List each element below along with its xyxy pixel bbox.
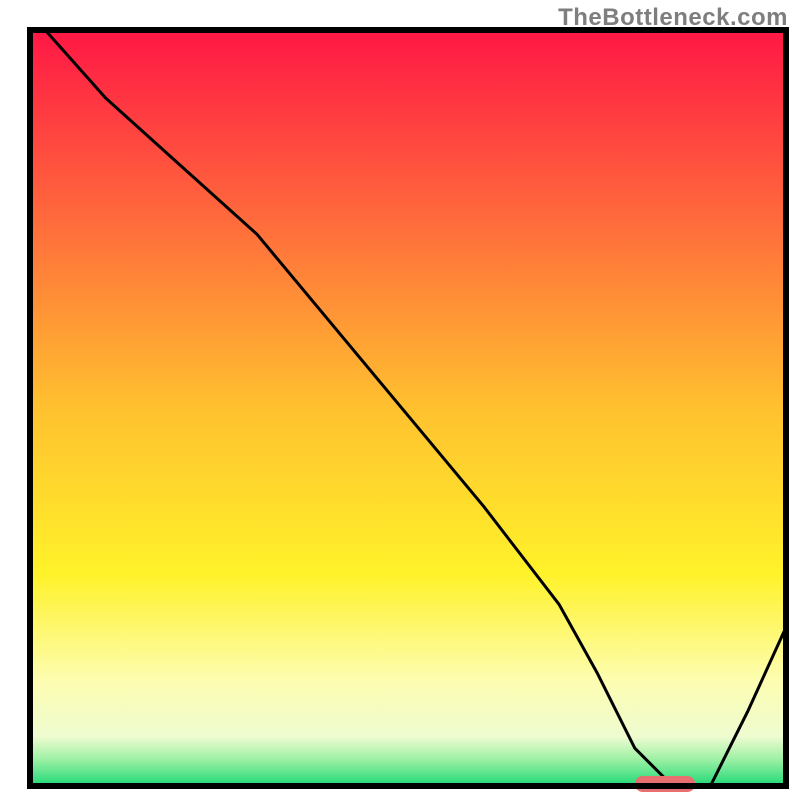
- chart-container: TheBottleneck.com: [0, 0, 800, 800]
- bottleneck-chart: [0, 0, 800, 800]
- plot-background: [30, 30, 786, 786]
